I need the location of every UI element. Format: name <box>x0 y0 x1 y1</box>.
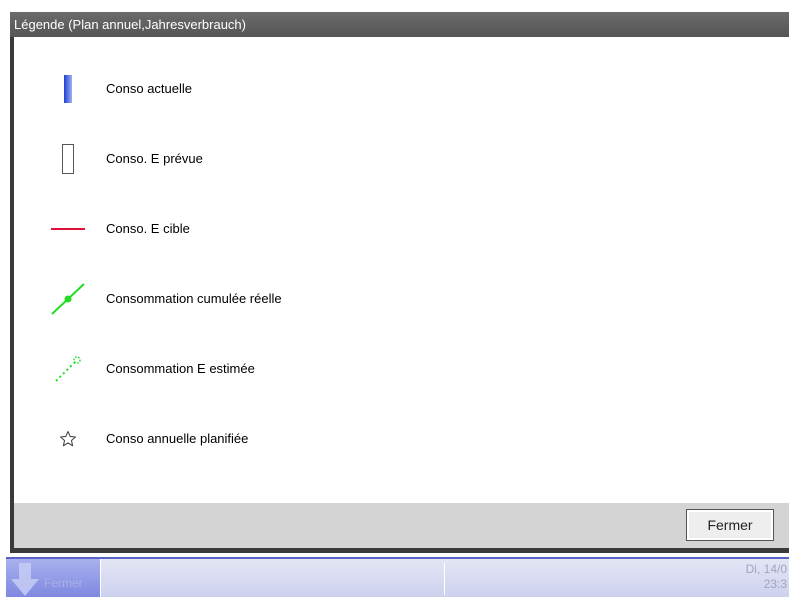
outline-bar-icon <box>48 139 88 179</box>
legend-item-estimated: Consommation E estimée <box>14 349 789 389</box>
dialog-title: Légende (Plan annuel,Jahresverbrauch) <box>10 12 789 37</box>
legend-dialog: Légende (Plan annuel,Jahresverbrauch) Co… <box>10 12 789 553</box>
taskbar-close-button[interactable]: Fermer <box>6 559 101 597</box>
green-dotted-line-icon <box>48 349 88 389</box>
legend-label-actual: Conso actuelle <box>106 81 192 96</box>
clock: Di, 14/0 23:3 <box>746 562 787 592</box>
legend-item-planned: Conso annuelle planifiée <box>14 419 789 459</box>
clock-time: 23:3 <box>763 577 787 591</box>
taskbar-button-label: Fermer <box>44 576 83 590</box>
dialog-footer: Fermer <box>14 503 789 548</box>
blue-bar-icon <box>48 69 88 109</box>
legend-label-forecast: Conso. E prévue <box>106 151 203 166</box>
red-line-icon <box>48 209 88 249</box>
legend-label-planned: Conso annuelle planifiée <box>106 431 249 446</box>
taskbar-strip: Fermer Di, 14/0 23:3 <box>6 557 789 597</box>
legend-label-target: Conso. E cible <box>106 221 190 236</box>
clock-date: Di, 14/0 <box>745 562 787 576</box>
legend-list: Conso actuelle Conso. E prévue Conso. E … <box>14 37 789 503</box>
star-icon <box>48 419 88 459</box>
close-button[interactable]: Fermer <box>686 509 774 541</box>
legend-label-estimated: Consommation E estimée <box>106 361 255 376</box>
taskbar-divider <box>444 563 445 595</box>
legend-item-actual: Conso actuelle <box>14 69 789 109</box>
legend-item-forecast: Conso. E prévue <box>14 139 789 179</box>
arrow-down-icon <box>11 563 39 596</box>
taskbar: Fermer Di, 14/0 23:3 <box>0 553 789 597</box>
green-line-icon <box>48 279 88 319</box>
legend-item-cumulative: Consommation cumulée réelle <box>14 279 789 319</box>
legend-item-target: Conso. E cible <box>14 209 789 249</box>
legend-label-cumulative: Consommation cumulée réelle <box>106 291 282 306</box>
